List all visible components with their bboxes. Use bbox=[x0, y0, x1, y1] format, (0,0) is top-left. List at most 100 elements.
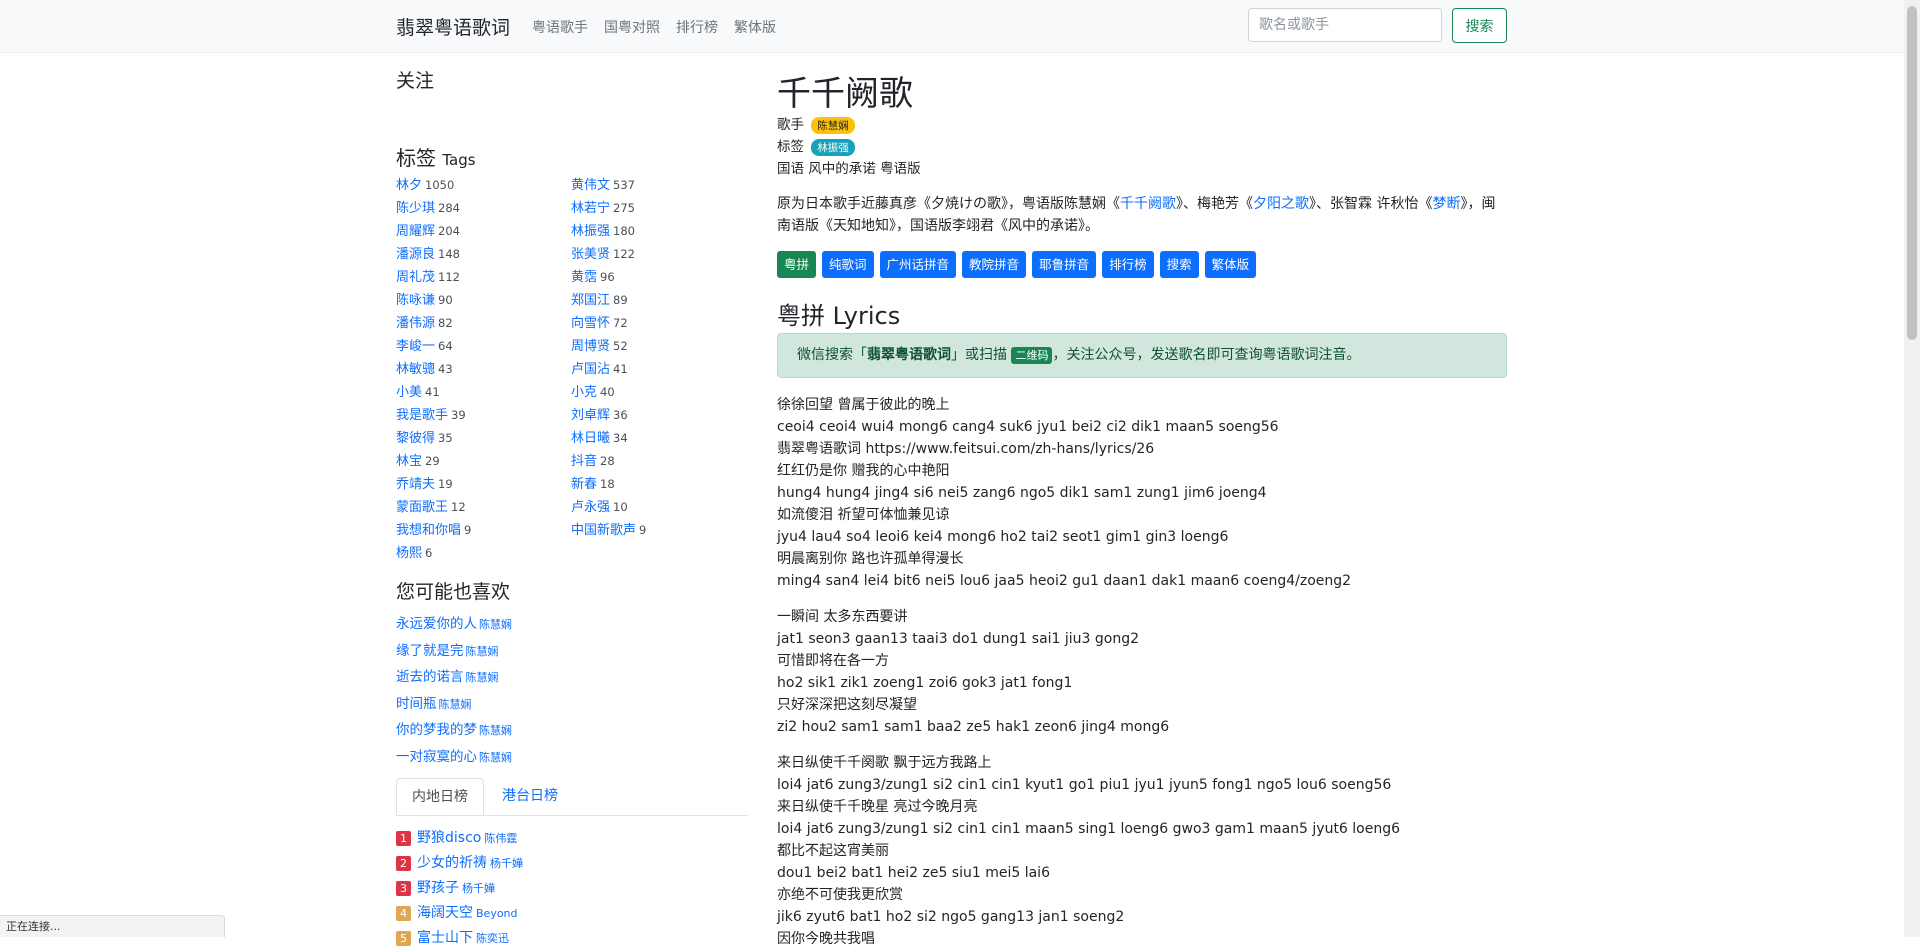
tag-item[interactable]: 卢国沾 41 bbox=[571, 358, 746, 381]
ranking-song-artist[interactable]: 杨千嬅 bbox=[462, 876, 495, 901]
nav-link-charts[interactable]: 排行榜 bbox=[676, 17, 718, 37]
tag-item[interactable]: 林振强 180 bbox=[571, 220, 746, 243]
ranking-item[interactable]: 3 野孩子 杨千嬅 bbox=[396, 876, 523, 901]
tag-link[interactable]: 林敏骢 bbox=[396, 362, 435, 377]
tag-link[interactable]: 林宝 bbox=[396, 454, 422, 469]
ranking-song-title[interactable]: 野孩子 bbox=[417, 876, 459, 901]
tag-item[interactable]: 蒙面歌王 12 bbox=[396, 496, 571, 519]
tag-item[interactable]: 周耀辉 204 bbox=[396, 220, 571, 243]
tag-link[interactable]: 小克 bbox=[571, 385, 597, 400]
scrollbar-thumb[interactable] bbox=[1907, 6, 1917, 340]
tag-item[interactable]: 陈少琪 284 bbox=[396, 197, 571, 220]
traditional-button[interactable]: 繁体版 bbox=[1204, 251, 1257, 278]
ranking-song-artist[interactable]: 陈伟霆 bbox=[484, 826, 517, 851]
ranking-song-artist[interactable]: 杨千嬅 bbox=[490, 851, 523, 876]
tab-hktw-daily[interactable]: 港台日榜 bbox=[487, 778, 573, 815]
tag-link[interactable]: 小美 bbox=[396, 385, 422, 400]
ranking-song-title[interactable]: 富士山下 bbox=[417, 926, 473, 951]
tag-item[interactable]: 抖音 28 bbox=[571, 450, 746, 473]
search-page-button[interactable]: 搜索 bbox=[1159, 251, 1199, 278]
tag-item[interactable]: 周礼茂 112 bbox=[396, 266, 571, 289]
tag-link[interactable]: 卢国沾 bbox=[571, 362, 610, 377]
tag-link[interactable]: 林振强 bbox=[571, 224, 610, 239]
tag-item[interactable]: 黄伟文 537 bbox=[571, 174, 746, 197]
nav-link-traditional[interactable]: 繁体版 bbox=[734, 17, 776, 37]
tag-link[interactable]: 我想和你唱 bbox=[396, 523, 461, 538]
tag-link[interactable]: 中国新歌声 bbox=[571, 523, 636, 538]
tag-link[interactable]: 林夕 bbox=[396, 178, 422, 193]
recommended-song[interactable]: 永远爱你的人 陈慧娴 bbox=[396, 611, 512, 638]
qr-code-badge[interactable]: 二维码 bbox=[1011, 347, 1053, 364]
tag-item[interactable]: 潘伟源 82 bbox=[396, 312, 571, 335]
nav-link-compare[interactable]: 国粤对照 bbox=[604, 17, 660, 37]
cantonese-pinyin-button[interactable]: 广州话拼音 bbox=[879, 251, 957, 278]
tag-item[interactable]: 林敏骢 43 bbox=[396, 358, 571, 381]
recommended-song[interactable]: 你的梦我的梦 陈慧娴 bbox=[396, 717, 512, 744]
ranking-song-title[interactable]: 海阔天空 bbox=[417, 901, 473, 926]
tag-item[interactable]: 向雪怀 72 bbox=[571, 312, 746, 335]
recommended-song-artist[interactable]: 陈慧娴 bbox=[439, 698, 472, 711]
tag-link[interactable]: 抖音 bbox=[571, 454, 597, 469]
tag-item[interactable]: 卢永强 10 bbox=[571, 496, 746, 519]
tag-link[interactable]: 乔靖夫 bbox=[396, 477, 435, 492]
jyutping-button[interactable]: 粤拼 bbox=[777, 251, 817, 278]
tag-link[interactable]: 林日曦 bbox=[571, 431, 610, 446]
tag-link[interactable]: 黄伟文 bbox=[571, 178, 610, 193]
tag-item[interactable]: 杨熙 6 bbox=[396, 542, 571, 565]
tag-link[interactable]: 林若宁 bbox=[571, 201, 610, 216]
tag-item[interactable]: 新春 18 bbox=[571, 473, 746, 496]
tag-item[interactable]: 林宝 29 bbox=[396, 450, 571, 473]
plain-lyrics-button[interactable]: 纯歌词 bbox=[822, 251, 874, 278]
recommended-song-artist[interactable]: 陈慧娴 bbox=[466, 671, 499, 684]
tag-link[interactable]: 刘卓辉 bbox=[571, 408, 610, 423]
tag-link[interactable]: 杨熙 bbox=[396, 546, 422, 561]
nav-link-singers[interactable]: 粤语歌手 bbox=[532, 17, 588, 37]
tab-mainland-daily[interactable]: 内地日榜 bbox=[396, 778, 484, 815]
ranking-item[interactable]: 4 海阔天空 Beyond bbox=[396, 901, 523, 926]
ranking-song-title[interactable]: 少女的祈祷 bbox=[417, 851, 487, 876]
recommended-song-title[interactable]: 缘了就是完 bbox=[396, 643, 464, 659]
tag-link[interactable]: 李峻一 bbox=[396, 339, 435, 354]
tag-item[interactable]: 张美贤 122 bbox=[571, 243, 746, 266]
tag-item[interactable]: 林若宁 275 bbox=[571, 197, 746, 220]
tag-item[interactable]: 潘源良 148 bbox=[396, 243, 571, 266]
ranking-item[interactable]: 2 少女的祈祷 杨千嬅 bbox=[396, 851, 523, 876]
tag-link[interactable]: 陈少琪 bbox=[396, 201, 435, 216]
tag-link[interactable]: 周礼茂 bbox=[396, 270, 435, 285]
yale-pinyin-button[interactable]: 耶鲁拼音 bbox=[1032, 251, 1097, 278]
ranking-song-artist[interactable]: Beyond bbox=[476, 901, 518, 926]
tag-item[interactable]: 李峻一 64 bbox=[396, 335, 571, 358]
recommended-song-artist[interactable]: 陈慧娴 bbox=[479, 751, 512, 764]
recommended-song-title[interactable]: 你的梦我的梦 bbox=[396, 722, 477, 738]
tag-item[interactable]: 黎彼得 35 bbox=[396, 427, 571, 450]
tag-item[interactable]: 中国新歌声 9 bbox=[571, 519, 746, 542]
recommended-song-artist[interactable]: 陈慧娴 bbox=[479, 618, 512, 631]
tag-link[interactable]: 向雪怀 bbox=[571, 316, 610, 331]
tag-link[interactable]: 蒙面歌王 bbox=[396, 500, 448, 515]
recommended-song[interactable]: 一对寂寞的心 陈慧娴 bbox=[396, 744, 512, 771]
tag-item[interactable]: 周博贤 52 bbox=[571, 335, 746, 358]
tag-link[interactable]: 我是歌手 bbox=[396, 408, 448, 423]
recommended-song-title[interactable]: 时间瓶 bbox=[396, 696, 437, 712]
page-scrollbar[interactable] bbox=[1904, 0, 1920, 937]
singer-badge[interactable]: 陈慧娴 bbox=[811, 117, 855, 134]
recommended-song[interactable]: 时间瓶 陈慧娴 bbox=[396, 691, 512, 718]
recommended-song-title[interactable]: 一对寂寞的心 bbox=[396, 749, 477, 765]
recommended-song[interactable]: 缘了就是完 陈慧娴 bbox=[396, 638, 512, 665]
tag-link[interactable]: 黎彼得 bbox=[396, 431, 435, 446]
tag-item[interactable]: 乔靖夫 19 bbox=[396, 473, 571, 496]
tag-item[interactable]: 林日曦 34 bbox=[571, 427, 746, 450]
eduhk-pinyin-button[interactable]: 教院拼音 bbox=[962, 251, 1027, 278]
tag-item[interactable]: 林夕 1050 bbox=[396, 174, 571, 197]
tag-badge[interactable]: 林振强 bbox=[811, 139, 855, 156]
recommended-song-title[interactable]: 逝去的诺言 bbox=[396, 669, 464, 685]
tag-link[interactable]: 黄霑 bbox=[571, 270, 597, 285]
recommended-song-artist[interactable]: 陈慧娴 bbox=[479, 724, 512, 737]
tag-item[interactable]: 刘卓辉 36 bbox=[571, 404, 746, 427]
tag-item[interactable]: 黄霑 96 bbox=[571, 266, 746, 289]
tag-link[interactable]: 潘伟源 bbox=[396, 316, 435, 331]
recommended-song-artist[interactable]: 陈慧娴 bbox=[466, 645, 499, 658]
tag-item[interactable]: 我想和你唱 9 bbox=[396, 519, 571, 542]
tag-link[interactable]: 陈咏谦 bbox=[396, 293, 435, 308]
search-button[interactable]: 搜索 bbox=[1452, 8, 1507, 43]
